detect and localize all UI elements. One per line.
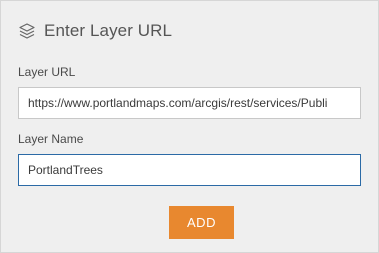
layer-url-label: Layer URL: [18, 65, 76, 79]
panel-header: Enter Layer URL: [18, 19, 172, 43]
layer-name-input[interactable]: [18, 154, 361, 186]
enter-layer-url-panel: Enter Layer URL Layer URL Layer Name ADD: [0, 0, 379, 253]
layer-url-input[interactable]: [18, 87, 361, 119]
add-button[interactable]: ADD: [169, 206, 234, 239]
layer-name-label: Layer Name: [18, 132, 84, 146]
panel-title: Enter Layer URL: [44, 21, 173, 40]
layers-icon: [18, 22, 36, 40]
